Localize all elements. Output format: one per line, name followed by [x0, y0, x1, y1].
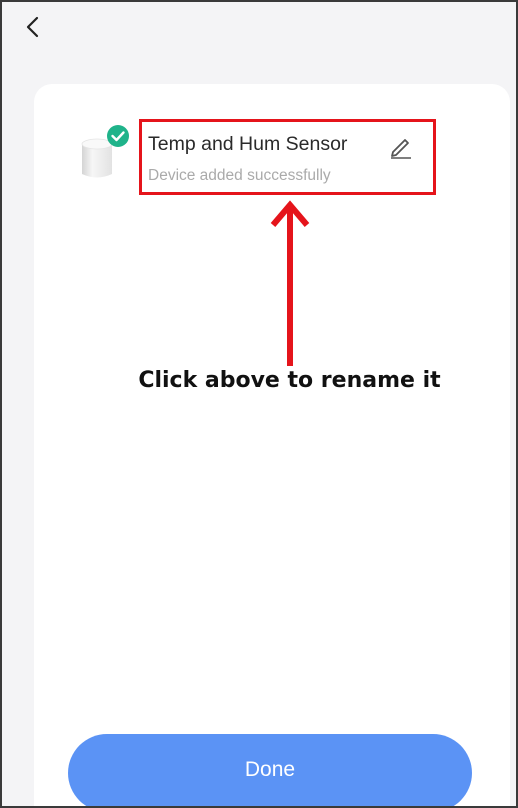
done-button[interactable]: Done [68, 734, 472, 806]
back-button[interactable] [18, 12, 48, 42]
sensor-device-icon [81, 125, 129, 178]
rename-highlight-box [139, 119, 436, 195]
app-screen: Temp and Hum Sensor Device added success… [0, 0, 518, 808]
check-circle-icon [107, 125, 129, 147]
done-button-label: Done [244, 758, 296, 781]
top-bar [2, 2, 516, 50]
instruction-text: Click above to rename it [138, 368, 441, 393]
chevron-left-icon [26, 16, 39, 38]
up-arrow-icon [270, 200, 310, 366]
